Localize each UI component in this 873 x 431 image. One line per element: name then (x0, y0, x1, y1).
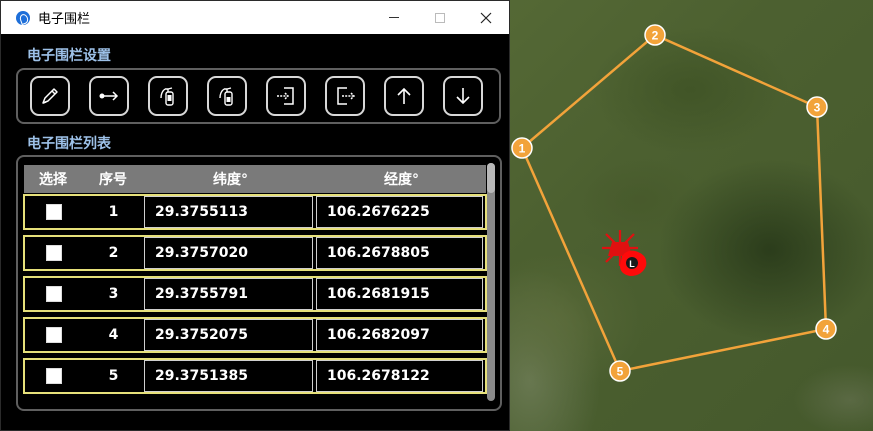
table-body: 1 29.3755113 106.2676225 2 29.3757020 10… (23, 194, 487, 399)
longitude-input[interactable]: 106.2678805 (316, 237, 483, 269)
longitude-input[interactable]: 106.2681915 (316, 278, 483, 310)
row-index: 3 (108, 286, 119, 302)
fire-extinguisher-outline-icon (219, 87, 233, 106)
column-header-select: 选择 (39, 172, 67, 188)
fence-vertex-5[interactable]: 5 (609, 360, 631, 382)
fence-vertex-2[interactable]: 2 (644, 24, 666, 46)
fire-extinguisher-icon (160, 87, 174, 106)
list-section-title: 电子围栏列表 (27, 136, 111, 152)
fence-point-list: 选择 序号 纬度° 经度° 1 29.3755113 106.2676225 2… (16, 155, 502, 411)
window-controls (371, 1, 509, 34)
svg-text:5: 5 (617, 365, 624, 379)
latitude-input[interactable]: 29.3751385 (144, 360, 313, 392)
table-row[interactable]: 2 29.3757020 106.2678805 (23, 235, 487, 271)
svg-text:L: L (629, 259, 635, 269)
close-icon (480, 12, 492, 23)
scrollbar-thumb-highlight (487, 163, 495, 193)
row-index: 1 (108, 204, 119, 220)
row-select-checkbox[interactable] (46, 204, 62, 220)
fence-vertex-4[interactable]: 4 (815, 318, 837, 340)
list-scrollbar[interactable] (487, 163, 495, 401)
geofence-polygon (520, 33, 828, 373)
svg-text:1: 1 (519, 142, 526, 156)
export-fence-button[interactable] (325, 76, 365, 116)
export-icon (337, 87, 356, 105)
column-header-longitude: 经度° (384, 172, 419, 188)
table-row[interactable]: 1 29.3755113 106.2676225 (23, 194, 487, 230)
app-logo-icon (16, 10, 30, 25)
clear-fence-button[interactable] (148, 76, 188, 116)
import-fence-button[interactable] (266, 76, 306, 116)
geofence-window: 电子围栏 电子围栏设置 电子围栏列表 选择 序号 纬度° 经度° 1 29.37… (0, 0, 510, 431)
latitude-input[interactable]: 29.3755113 (144, 196, 313, 228)
add-point-button[interactable] (89, 76, 129, 116)
fence-vertex-1[interactable]: 1 (511, 137, 533, 159)
clear-all-fence-button[interactable] (207, 76, 247, 116)
table-row[interactable]: 4 29.3752075 106.2682097 (23, 317, 487, 353)
home-point-marker: L (620, 250, 647, 276)
minimize-button[interactable] (371, 1, 417, 34)
latitude-input[interactable]: 29.3755791 (144, 278, 313, 310)
close-button[interactable] (463, 1, 509, 34)
latitude-input[interactable]: 29.3757020 (144, 237, 313, 269)
move-down-button[interactable] (443, 76, 483, 116)
table-row[interactable]: 3 29.3755791 106.2681915 (23, 276, 487, 312)
table-row[interactable]: 5 29.3751385 106.2678122 (23, 358, 487, 394)
svg-text:2: 2 (652, 29, 659, 43)
maximize-icon (435, 12, 445, 23)
fence-toolbar (16, 68, 501, 124)
window-title: 电子围栏 (38, 12, 91, 27)
add-point-arrow-icon (99, 91, 119, 101)
row-select-checkbox[interactable] (46, 286, 62, 302)
latitude-input[interactable]: 29.3752075 (144, 319, 313, 351)
edit-pen-icon (42, 88, 58, 104)
column-header-index: 序号 (99, 172, 127, 188)
edit-fence-button[interactable] (30, 76, 70, 116)
longitude-input[interactable]: 106.2682097 (316, 319, 483, 351)
column-header-latitude: 纬度° (213, 172, 248, 188)
longitude-input[interactable]: 106.2678122 (316, 360, 483, 392)
maximize-button[interactable] (417, 1, 463, 34)
minimize-icon (389, 17, 399, 18)
svg-text:3: 3 (814, 101, 821, 115)
row-select-checkbox[interactable] (46, 368, 62, 384)
scrollbar-thumb[interactable] (487, 163, 495, 401)
longitude-input[interactable]: 106.2676225 (316, 196, 483, 228)
fence-vertex-3[interactable]: 3 (806, 96, 828, 118)
svg-text:4: 4 (823, 323, 830, 337)
row-index: 4 (108, 327, 119, 343)
table-header: 选择 序号 纬度° 经度° (24, 165, 486, 193)
row-index: 5 (108, 368, 119, 384)
arrow-down-icon (456, 88, 470, 105)
row-select-checkbox[interactable] (46, 245, 62, 261)
title-bar[interactable]: 电子围栏 (1, 1, 509, 34)
row-select-checkbox[interactable] (46, 327, 62, 343)
move-up-button[interactable] (384, 76, 424, 116)
import-icon (277, 87, 294, 105)
settings-section-title: 电子围栏设置 (27, 48, 111, 64)
row-index: 2 (108, 245, 119, 261)
arrow-up-icon (397, 87, 411, 104)
